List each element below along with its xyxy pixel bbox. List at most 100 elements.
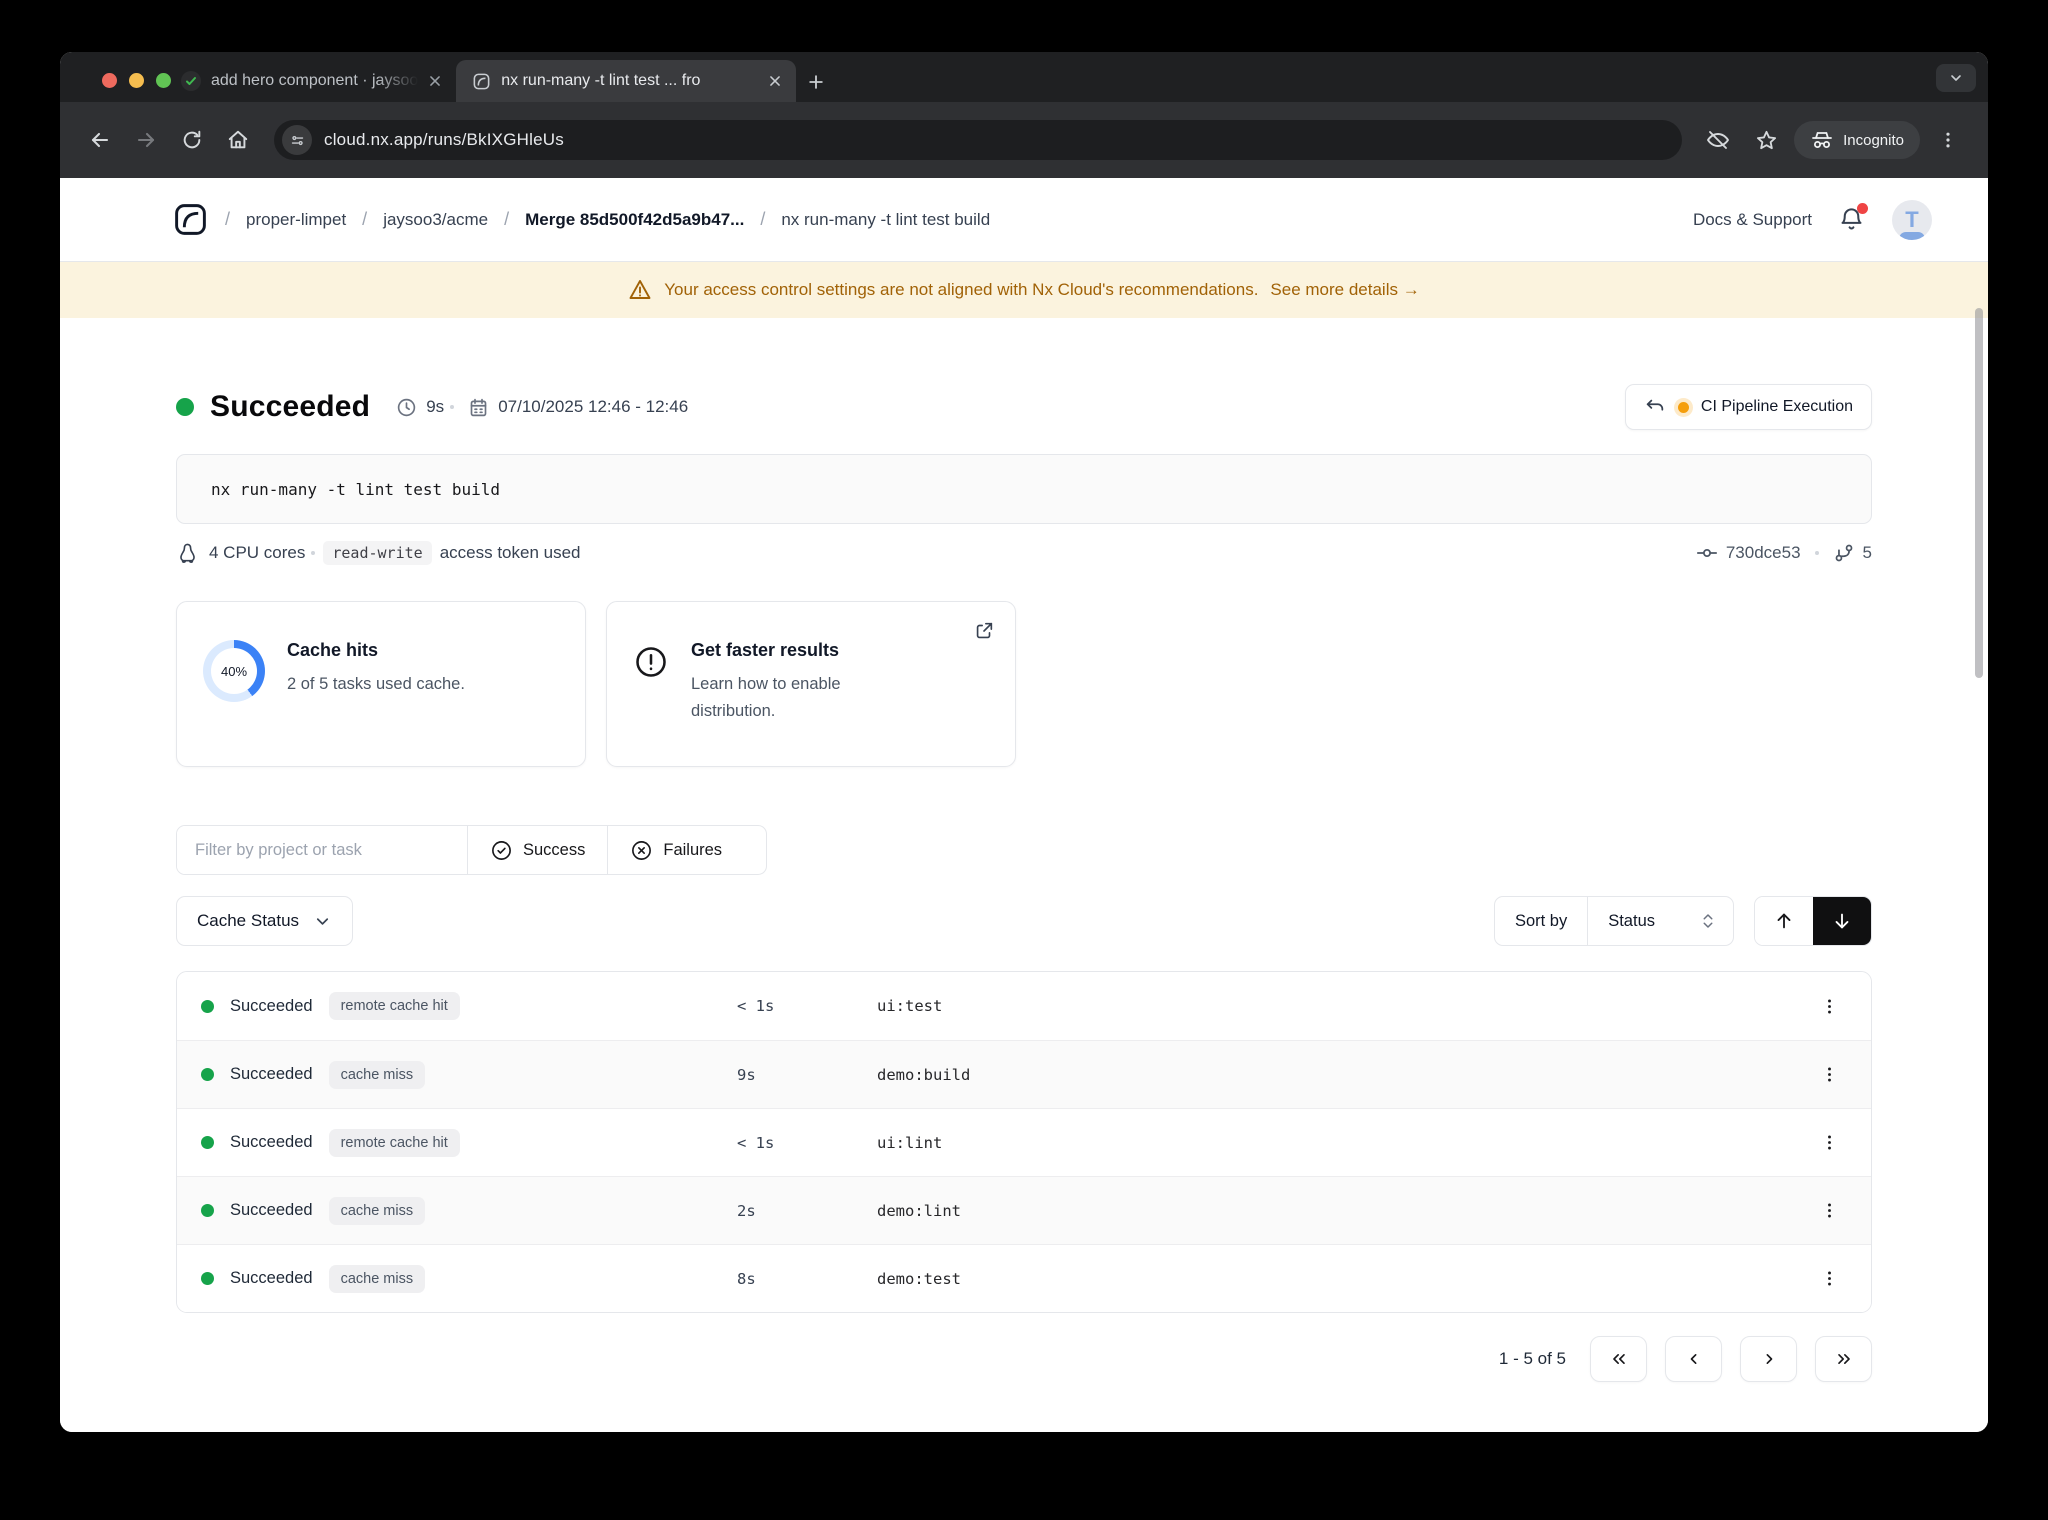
commit-sha[interactable]: 730dce53 <box>1726 543 1801 563</box>
row-menu-button[interactable] <box>1811 1193 1847 1229</box>
last-page-button[interactable] <box>1815 1336 1872 1382</box>
row-task[interactable]: ui:lint <box>877 1134 1791 1152</box>
row-duration: 2s <box>737 1201 756 1220</box>
table-row[interactable]: Succeeded remote cache hit < 1s ui:test <box>177 972 1871 1040</box>
filter-success-button[interactable]: Success <box>467 826 608 874</box>
tab-nx-run[interactable]: nx run-many -t lint test ... fro <box>456 60 797 102</box>
first-page-button[interactable] <box>1590 1336 1647 1382</box>
page-scrollbar[interactable] <box>1975 308 1983 678</box>
back-button[interactable] <box>80 120 120 160</box>
close-tab-icon[interactable] <box>428 74 442 88</box>
cache-status-dropdown[interactable]: Cache Status <box>176 896 354 946</box>
bookmark-button[interactable] <box>1746 120 1786 160</box>
row-menu-button[interactable] <box>1811 988 1847 1024</box>
banner-details-link[interactable]: See more details → <box>1270 280 1419 300</box>
faster-results-card[interactable]: Get faster results Learn how to enable d… <box>606 601 1016 767</box>
table-row[interactable]: Succeeded cache miss 9s demo:build <box>177 1040 1871 1108</box>
incognito-badge: Incognito <box>1794 121 1920 159</box>
breadcrumb-separator: / <box>225 209 231 229</box>
access-control-banner: Your access control settings are not ali… <box>60 262 1988 318</box>
avatar[interactable]: T <box>1892 199 1932 240</box>
docs-support-link[interactable]: Docs & Support <box>1693 210 1812 230</box>
home-icon <box>228 130 248 149</box>
new-tab-button[interactable] <box>806 72 826 92</box>
row-task[interactable]: ui:test <box>877 997 1791 1015</box>
run-content: Succeeded 9s 07/10/2025 12:46 - 12:46 CI… <box>176 384 1872 1382</box>
kebab-icon <box>1827 1135 1831 1150</box>
minimize-window-icon[interactable] <box>129 73 144 88</box>
linux-icon <box>180 543 195 563</box>
status-dot <box>201 1068 214 1081</box>
traffic-lights[interactable] <box>102 73 171 88</box>
branch-icon <box>1835 544 1852 562</box>
prev-page-button[interactable] <box>1665 1336 1722 1382</box>
table-row[interactable]: Succeeded cache miss 2s demo:lint <box>177 1176 1871 1244</box>
address-bar[interactable]: cloud.nx.app/runs/BkIXGHleUs <box>274 120 1683 160</box>
zoom-window-icon[interactable] <box>156 73 171 88</box>
row-menu-button[interactable] <box>1811 1261 1847 1297</box>
chevrons-up-down-icon <box>1703 914 1713 928</box>
home-button[interactable] <box>218 120 258 160</box>
cache-hits-card: 40% Cache hits 2 of 5 tasks used cache. <box>176 601 586 767</box>
row-menu-button[interactable] <box>1811 1125 1847 1161</box>
breadcrumb-cipe[interactable]: Merge 85d500f42d5a9b47... <box>525 210 744 230</box>
app-header: / proper-limpet / jaysoo3/acme / Merge 8… <box>60 178 1988 262</box>
branch-count[interactable]: 5 <box>1863 543 1872 563</box>
row-task[interactable]: demo:test <box>877 1270 1791 1288</box>
url-text: cloud.nx.app/runs/BkIXGHleUs <box>324 130 564 149</box>
table-row[interactable]: Succeeded remote cache hit < 1s ui:lint <box>177 1108 1871 1176</box>
breadcrumb-workspace[interactable]: proper-limpet <box>246 210 346 230</box>
pr-check-favicon <box>181 71 201 91</box>
row-task[interactable]: demo:lint <box>877 1202 1791 1220</box>
summary-cards: 40% Cache hits 2 of 5 tasks used cache. … <box>176 601 1872 767</box>
chevrons-right-icon <box>1837 1354 1850 1364</box>
row-duration: 9s <box>737 1065 756 1084</box>
kebab-icon <box>1827 999 1831 1013</box>
tab-github-pr[interactable]: add hero component · jaysoo <box>165 60 456 102</box>
run-duration: 9s <box>396 397 444 418</box>
sort-by-label: Sort by <box>1495 897 1589 945</box>
external-link-icon[interactable] <box>973 620 995 642</box>
breadcrumb-repo[interactable]: jaysoo3/acme <box>383 210 488 230</box>
chevron-down-icon <box>1951 75 1961 81</box>
kebab-icon <box>1946 132 1950 148</box>
ci-pipeline-execution-button[interactable]: CI Pipeline Execution <box>1624 384 1872 430</box>
star-icon <box>1756 130 1776 149</box>
close-tab-icon[interactable] <box>768 74 782 88</box>
sort-ascending-button[interactable] <box>1755 897 1813 945</box>
notifications-button[interactable] <box>1838 202 1868 234</box>
row-status: Succeeded <box>230 996 313 1015</box>
tab-search-button[interactable] <box>1936 64 1976 92</box>
browser-menu-button[interactable] <box>1928 120 1968 160</box>
run-command: nx run-many -t lint test build <box>176 454 1872 524</box>
table-controls-row: Cache Status Sort by Status <box>176 896 1872 946</box>
header-actions: Docs & Support T <box>1693 199 1932 240</box>
arrow-right-icon <box>137 132 155 148</box>
cache-badge: cache miss <box>328 1196 426 1225</box>
sort-select[interactable]: Status <box>1588 897 1733 945</box>
cache-badge: cache miss <box>328 1264 426 1293</box>
avatar-shoulders <box>1899 231 1925 240</box>
site-info-icon[interactable] <box>282 125 312 155</box>
nx-favicon <box>473 73 490 89</box>
row-task[interactable]: demo:build <box>877 1066 1791 1084</box>
browser-toolbar: cloud.nx.app/runs/BkIXGHleUs Incognito <box>60 102 1988 178</box>
next-page-button[interactable] <box>1740 1336 1797 1382</box>
row-menu-button[interactable] <box>1811 1057 1847 1093</box>
sort-control: Sort by Status <box>1493 896 1734 946</box>
dot-separator <box>311 551 316 555</box>
clock-icon <box>398 398 416 416</box>
table-row[interactable]: Succeeded cache miss 8s demo:test <box>177 1244 1871 1312</box>
reload-button[interactable] <box>172 120 212 160</box>
duration-value: 9s <box>426 397 445 416</box>
sort-descending-button[interactable] <box>1813 897 1871 945</box>
filter-failures-button[interactable]: Failures <box>607 826 745 874</box>
breadcrumb-run[interactable]: nx run-many -t lint test build <box>781 210 990 230</box>
cpu-cores: 4 CPU cores <box>209 543 306 562</box>
forward-button[interactable] <box>126 120 166 160</box>
pagination-label: 1 - 5 of 5 <box>1498 1349 1566 1368</box>
close-window-icon[interactable] <box>102 73 117 88</box>
hidden-eye-button[interactable] <box>1698 120 1738 160</box>
filter-input[interactable] <box>177 826 467 874</box>
nx-cloud-logo[interactable] <box>172 201 209 238</box>
